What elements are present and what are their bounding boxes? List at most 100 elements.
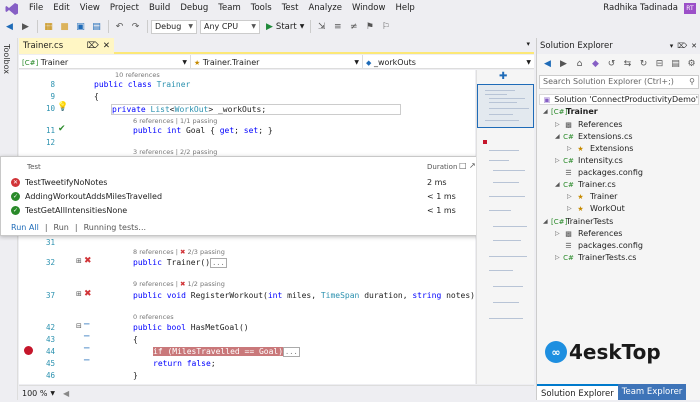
tree-item-references[interactable]: ▷ ▩ References [555,120,622,129]
collapse-icon[interactable]: ⊟ [76,322,82,330]
vs-icon[interactable]: ◆ [588,57,603,72]
search-icon[interactable]: ⚲ [689,76,695,88]
menu-window[interactable]: Window [347,0,391,17]
close-icon[interactable]: ✕ [691,42,697,50]
tree-item-packages-config[interactable]: ☰ packages.config [563,168,643,177]
codelens[interactable]: 3 references | 2/2 passing [133,148,217,156]
codelens-references[interactable]: 8 references | [133,248,180,256]
codelens-references[interactable]: 9 references | [133,280,180,288]
tree-item-intensity-cs[interactable]: ▷ C# Intensity.cs [555,156,623,165]
expand-icon[interactable]: ⊞ [76,290,82,298]
tree-expand-icon[interactable]: ▷ [555,254,563,261]
menu-view[interactable]: View [75,0,105,17]
test-row[interactable]: ✓ AddingWorkoutAddsMilesTravelled < 1 ms [11,190,471,202]
scroll-left-icon[interactable]: ◀ [63,389,69,398]
test-row[interactable]: ✕ TestTweetifyNoNotes 2 ms [11,176,471,188]
codelens[interactable]: 0 references [133,313,174,321]
tree-item-workout-class[interactable]: ▷ ★ WorkOut [567,204,625,213]
expand-popup-icon[interactable]: □ [459,161,467,170]
menu-file[interactable]: File [24,0,48,17]
codelens[interactable]: 10 references [115,71,160,79]
tab-trainer-cs[interactable]: Trainer.cs ⌦ ✕ [19,38,114,54]
platform-select[interactable]: Any CPU ▼ [200,19,260,34]
menu-tools[interactable]: Tools [246,0,277,17]
tree-item-extensions-class[interactable]: ▷ ★ Extensions [567,144,633,153]
close-icon[interactable]: ✕ [103,41,110,51]
menu-debug[interactable]: Debug [175,0,213,17]
tree-item-references[interactable]: ▷ ▩ References [555,229,622,238]
tab-team-explorer[interactable]: Team Explorer [617,384,687,400]
format-icon[interactable]: ≡ [330,19,345,34]
collapsed-block[interactable]: ... [210,258,227,268]
codelens[interactable]: 9 references | ✖ 1/2 passing [133,280,225,288]
bookmark-next-icon[interactable]: ⚐ [378,19,393,34]
back-icon[interactable]: ◀ [2,19,17,34]
tree-item-extensions-cs[interactable]: ◢ C# Extensions.cs [555,132,633,141]
tree-expand-icon[interactable]: ▷ [555,121,563,128]
tree-expand-icon[interactable]: ▷ [567,145,575,152]
tree-expand-icon[interactable]: ▷ [555,157,563,164]
forward-icon[interactable]: ▶ [18,19,33,34]
run-link[interactable]: Run [54,223,69,232]
type-dropdown[interactable]: ★ Trainer.Trainer ▼ [191,55,363,69]
member-dropdown[interactable]: ◆ _workOuts ▼ [363,55,534,69]
comment-icon[interactable]: ≠ [346,19,361,34]
undo-icon[interactable]: ↶ [112,19,127,34]
tab-solution-explorer[interactable]: Solution Explorer [537,384,618,400]
pin-icon[interactable]: ⌦ [87,41,99,51]
menu-test[interactable]: Test [277,0,304,17]
test-row[interactable]: ✓ TestGetAllIntensitiesNone < 1 ms [11,204,471,216]
codelens-tests[interactable]: 1/2 passing [187,280,224,288]
save-icon[interactable]: ▣ [73,19,88,34]
solution-search-input[interactable]: Search Solution Explorer (Ctrl+;) ⚲ [539,75,699,89]
collapsed-block[interactable]: ... [283,347,300,357]
refresh-icon[interactable]: ↻ [636,57,651,72]
panel-menu-icon[interactable]: ▾ [670,42,674,50]
tree-expand-icon[interactable]: ▷ [567,205,575,212]
dock-popup-icon[interactable]: ↗ [469,161,476,170]
show-all-files-icon[interactable]: ▤ [668,57,683,72]
save-all-icon[interactable]: ▤ [89,19,104,34]
tree-expand-icon[interactable]: ▷ [555,230,563,237]
menu-team[interactable]: Team [213,0,245,17]
new-project-icon[interactable]: ▦ [41,19,56,34]
chevron-down-icon[interactable]: ▼ [50,390,55,397]
project-dropdown[interactable]: [C#] Trainer ▼ [19,55,191,69]
start-button[interactable]: ▶ Start ▼ [266,22,304,32]
tree-item-trainertests-cs[interactable]: ▷ C# TrainerTests.cs [555,253,636,262]
forward-icon[interactable]: ▶ [556,57,571,72]
minimap-scrollbar[interactable]: ✚ [476,70,534,384]
tree-expand-icon[interactable]: ◢ [543,108,551,115]
menu-analyze[interactable]: Analyze [303,0,347,17]
tree-expand-icon[interactable]: ◢ [543,218,551,225]
menu-build[interactable]: Build [144,0,175,17]
run-all-link[interactable]: Run All [11,223,39,232]
bookmark-icon[interactable]: ⚑ [362,19,377,34]
codelens[interactable]: 6 references | 1/1 passing [133,117,217,125]
step-icon[interactable]: ⇲ [314,19,329,34]
redo-icon[interactable]: ↷ [128,19,143,34]
expand-icon[interactable]: ⊞ [76,257,82,265]
configuration-select[interactable]: Debug ▼ [151,19,197,34]
avatar[interactable]: RT [684,3,696,14]
tree-item-trainer-class[interactable]: ▷ ★ Trainer [567,192,617,201]
tree-expand-icon[interactable]: ◢ [555,133,563,140]
menu-edit[interactable]: Edit [48,0,74,17]
sync-icon[interactable]: ⇆ [620,57,635,72]
tree-item-solution[interactable]: ▣ Solution 'ConnectProductivityDemo' [539,94,699,105]
split-icon[interactable]: ✚ [499,71,507,82]
menu-project[interactable]: Project [105,0,144,17]
toolbox-label[interactable]: Toolbox [2,44,11,74]
zoom-level[interactable]: 100 % [22,389,47,398]
back-icon[interactable]: ◀ [540,57,555,72]
tree-item-project-trainer[interactable]: ◢ [C#] Trainer [543,107,598,116]
tree-item-project-trainertests[interactable]: ◢ [C#] TrainerTests [543,217,613,226]
menu-help[interactable]: Help [390,0,419,17]
tab-overflow-icon[interactable]: ▾ [526,40,530,48]
codelens[interactable]: 8 references | ✖ 2/3 passing [133,248,225,256]
tree-expand-icon[interactable]: ▷ [567,193,575,200]
tree-expand-icon[interactable]: ◢ [555,181,563,188]
user-name[interactable]: Radhika Tadinada [603,0,678,17]
home-icon[interactable]: ⌂ [572,57,587,72]
collapse-all-icon[interactable]: ⊟ [652,57,667,72]
